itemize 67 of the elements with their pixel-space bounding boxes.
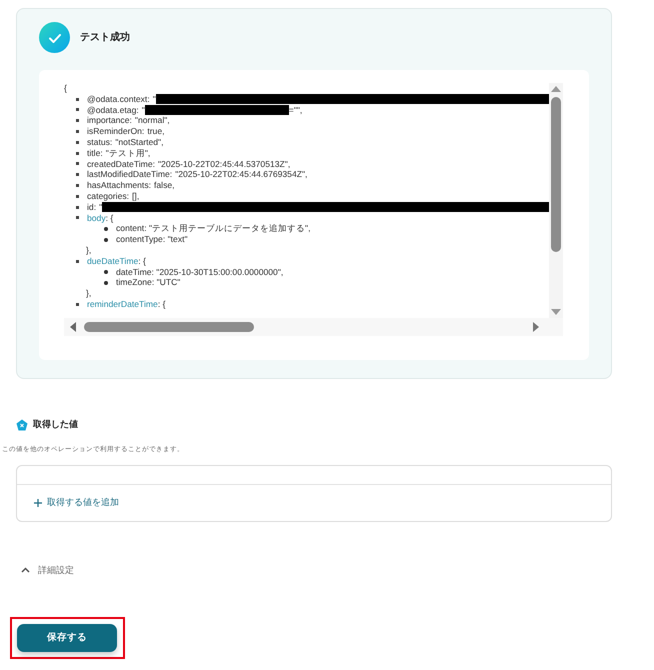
code-text: importance:: [87, 115, 132, 126]
bullet-icon: [76, 119, 79, 122]
bullet-icon: [104, 226, 108, 231]
bullet-icon: [76, 206, 79, 209]
bullet-icon: [76, 140, 79, 144]
code-text: lastModifiedDateTime:: [87, 169, 172, 180]
bullet-icon: [76, 108, 79, 112]
bullet-icon: [104, 270, 108, 274]
code-text: : {: [106, 212, 114, 224]
code-text: : {: [138, 256, 146, 267]
code-text: createdDateTime:: [87, 158, 155, 170]
code-text: status:: [87, 136, 112, 148]
bullet-icon: [104, 238, 108, 242]
code-text: },: [86, 244, 92, 256]
code-text: "2025-10-22T02:45:44.6769354Z",: [175, 169, 308, 180]
variable-icon: [16, 418, 28, 431]
code-text: ": [142, 104, 145, 116]
code-text: false,: [154, 180, 175, 191]
code-text: timeZone: "UTC": [116, 277, 180, 288]
code-text: "2025-10-22T02:45:44.5370513Z",: [158, 158, 290, 170]
code-text: dateTime: "2025-10-30T15:00:00.0000000",: [116, 266, 284, 278]
code-text: ": [152, 94, 156, 105]
bullet-icon: [76, 216, 79, 220]
bullet-icon: [76, 152, 79, 155]
code-text: id:: [87, 202, 96, 213]
bullet-icon: [76, 173, 79, 176]
code-text: contentType: "text": [116, 234, 188, 245]
bullet-icon: [76, 162, 79, 166]
vertical-scrollbar[interactable]: [549, 83, 563, 318]
result-title: テスト成功: [80, 30, 130, 45]
code-text: @odata.etag:: [87, 104, 139, 116]
object-key[interactable]: body: [87, 212, 106, 224]
object-key[interactable]: dueDateTime: [87, 256, 138, 267]
plus-icon: [34, 499, 42, 507]
code-text: {: [64, 83, 67, 94]
bullet-icon: [76, 98, 79, 101]
code-text: hasAttachments:: [87, 180, 152, 191]
code-text: "テスト用",: [106, 148, 150, 159]
scroll-down-icon[interactable]: [551, 309, 561, 315]
code-text: "normal",: [134, 115, 170, 126]
bullet-icon: [76, 302, 79, 306]
bullet-icon: [76, 194, 79, 198]
bullet-icon: [76, 130, 79, 134]
scroll-right-icon[interactable]: [533, 322, 539, 332]
bullet-icon: [76, 260, 79, 263]
horizontal-scrollbar[interactable]: [64, 318, 563, 336]
code-text: @odata.context:: [87, 94, 150, 105]
code-text: true,: [147, 126, 165, 137]
code-text: isReminderOn:: [87, 126, 144, 137]
scroll-up-icon[interactable]: [551, 86, 561, 92]
code-text: },: [86, 288, 92, 299]
code-text: : {: [158, 298, 166, 310]
code-text: [],: [132, 190, 140, 202]
code-text: "notStarted",: [115, 136, 164, 148]
bullet-icon: [76, 184, 79, 188]
add-value-button[interactable]: 取得する値を追加: [34, 496, 119, 510]
scroll-left-icon[interactable]: [70, 322, 76, 332]
bullet-icon: [104, 280, 108, 285]
code-text: content: "テスト用テーブルにデータを追加する",: [116, 223, 310, 234]
code-text: ="",: [288, 104, 302, 116]
advanced-settings-toggle[interactable]: 詳細設定: [21, 564, 74, 577]
code-text: title:: [87, 148, 103, 159]
section-title: 取得した値: [33, 418, 78, 431]
code-text: ": [99, 202, 102, 213]
save-button[interactable]: 保存する: [17, 624, 117, 652]
code-text: categories:: [87, 190, 130, 202]
object-key[interactable]: reminderDateTime: [87, 298, 158, 310]
